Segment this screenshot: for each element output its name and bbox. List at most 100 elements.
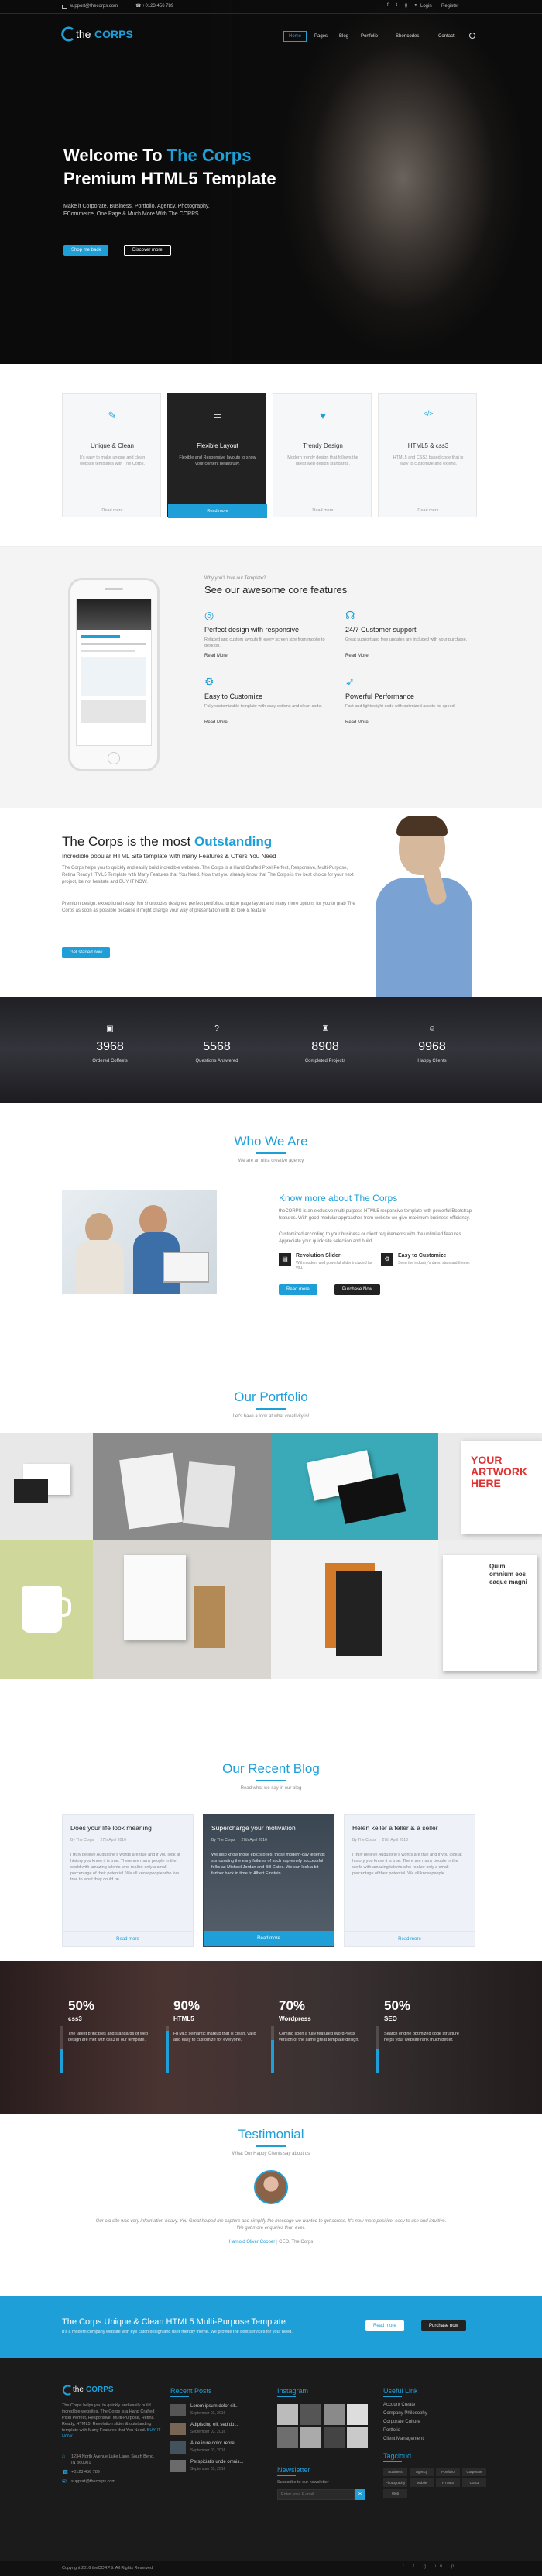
newsletter-email-input[interactable] (277, 2489, 355, 2500)
portfolio-item[interactable] (0, 1433, 93, 1540)
who-purchase-button[interactable]: Purchase Now (334, 1284, 381, 1295)
nav-portfolio[interactable]: Portfolio (361, 34, 378, 39)
stat-label: Happy Clients (417, 1059, 447, 1063)
tag[interactable]: Mobile (410, 2478, 434, 2487)
portfolio-item[interactable]: YOUR ARTWORK HERE (438, 1433, 542, 1540)
core-item-link[interactable]: Read More (204, 720, 228, 725)
search-icon[interactable] (469, 33, 475, 39)
topbar-register[interactable]: Register (441, 4, 458, 9)
blog-sub: Read what we say in our blog (240, 1786, 302, 1791)
nav-home[interactable]: Home (283, 31, 307, 42)
nav-blog[interactable]: Blog (339, 34, 348, 39)
who-readmore-button[interactable]: Read more (279, 1284, 317, 1295)
feature-readmore-button[interactable]: Read more (168, 504, 267, 518)
hero-shop-button[interactable]: Shop me back (63, 245, 109, 256)
logo-prefix: the (76, 28, 91, 40)
tag[interactable]: Business (383, 2468, 407, 2476)
gear-icon: ⚙ (204, 675, 214, 688)
recent-post-thumb[interactable] (170, 2441, 186, 2454)
portfolio-item[interactable]: Quim omnium eos eaque magni (438, 1540, 542, 1679)
recent-post-thumb[interactable] (170, 2404, 186, 2416)
useful-link[interactable]: Company Philosophy (383, 2411, 427, 2416)
stat-label: Ordered Coffee's (92, 1059, 128, 1063)
tag[interactable]: Corporate (462, 2468, 486, 2476)
portfolio-item[interactable] (0, 1540, 93, 1679)
feature-readmore-button[interactable]: Read more (63, 503, 162, 517)
blog-card-title[interactable]: Does your life look meaning (70, 1824, 187, 1832)
recent-post-title[interactable]: Aute irure dolor repre... (190, 2441, 238, 2446)
outstanding-section: The Corps is the most Outstanding Incred… (0, 808, 542, 997)
portfolio-item[interactable] (93, 1433, 271, 1540)
topbar-email[interactable]: support@thecorps.com (70, 4, 118, 9)
blog-card-date: 27th April 2016 (100, 1838, 126, 1843)
newsletter-submit-button[interactable]: ✉ (355, 2489, 365, 2500)
core-item-link[interactable]: Read More (345, 654, 369, 658)
core-kicker: Why you'll love our Template? (204, 576, 266, 581)
useful-link[interactable]: Client Management (383, 2437, 424, 2441)
blog-readmore-button[interactable]: Read more (63, 1931, 193, 1946)
tag[interactable]: Agency (410, 2468, 434, 2476)
recent-post-title[interactable]: Lorem ipsum dolor sit... (190, 2404, 238, 2409)
footer-email[interactable]: support@thecorps.com (71, 2479, 115, 2484)
skill-percent: 70% (279, 1998, 306, 2013)
portfolio-item[interactable] (271, 1540, 438, 1679)
blog-card-title[interactable]: Helen keller a teller & a seller (352, 1824, 468, 1832)
newsletter-underline (277, 2475, 296, 2476)
topbar-phone[interactable]: +0123 456 789 (142, 4, 173, 9)
instagram-thumb[interactable] (347, 2427, 368, 2448)
nav-pages[interactable]: Pages (314, 34, 328, 39)
hero-discover-button[interactable]: Discover more (124, 245, 171, 256)
blog-readmore-button[interactable]: Read more (345, 1931, 475, 1946)
tag[interactable]: Web (383, 2489, 407, 2498)
core-item-link[interactable]: Read More (345, 720, 369, 725)
recent-posts-title: Recent Posts (170, 2387, 212, 2395)
logo-name: CORPS (94, 28, 133, 40)
tag[interactable]: Photography (383, 2478, 407, 2487)
feature-readmore-button[interactable]: Read more (379, 503, 478, 517)
tag[interactable]: Portfolio (436, 2468, 460, 2476)
outstanding-start-button[interactable]: Get started now (62, 947, 111, 958)
blog-card-meta: By The Corps 27th April 2016 (70, 1838, 126, 1843)
recent-post-title[interactable]: Perspiciatis unde omnis... (190, 2460, 243, 2464)
hero-desc: Make it Corporate, Business, Portfolio, … (63, 204, 210, 217)
blog-card-title[interactable]: Supercharge your motivation (211, 1824, 328, 1832)
nav-contact[interactable]: Contact (438, 34, 455, 39)
portfolio-item[interactable] (271, 1433, 438, 1540)
topbar-login[interactable]: Login (420, 4, 432, 9)
instagram-thumb[interactable] (324, 2404, 345, 2425)
instagram-thumb[interactable] (300, 2404, 321, 2425)
mail-icon: ✉ (62, 2479, 67, 2485)
feature-readmore-button[interactable]: Read more (273, 503, 372, 517)
tag[interactable]: CSS3 (462, 2478, 486, 2487)
instagram-thumb[interactable] (324, 2427, 345, 2448)
tagcloud-underline (383, 2461, 402, 2462)
testimonial-role: CEO, The Corps (279, 2240, 314, 2245)
recent-post-thumb[interactable] (170, 2423, 186, 2435)
useful-link[interactable]: Portfolio (383, 2428, 400, 2433)
recent-post-title[interactable]: Adipiscing elit sed do... (190, 2423, 238, 2427)
cta-purchase-button[interactable]: Purchase now (421, 2320, 467, 2331)
recent-post-thumb[interactable] (170, 2460, 186, 2472)
nav-shortcodes[interactable]: Shortcodes (396, 34, 419, 39)
logo-c-icon (62, 2385, 71, 2396)
instagram-thumb[interactable] (277, 2427, 298, 2448)
portfolio-item[interactable] (93, 1540, 271, 1679)
who-underline (256, 1152, 286, 1154)
slider-feature-text: With modern and powerful slider included… (296, 1261, 372, 1270)
useful-link[interactable]: Account Create (383, 2403, 415, 2407)
stats-section: ▣ 3968 Ordered Coffee's? 5568 Questions Answ… (0, 997, 542, 1103)
tag[interactable]: HTML5 (436, 2478, 460, 2487)
cta-readmore-button[interactable]: Read more (365, 2320, 404, 2331)
instagram-thumb[interactable] (347, 2404, 368, 2425)
useful-link[interactable]: Corporate Culture (383, 2420, 420, 2424)
recent-post-date: September 03, 2016 (190, 2430, 226, 2434)
outstanding-title-prefix: The Corps is the most (62, 834, 195, 849)
core-item-title: 24/7 Customer support (345, 626, 417, 634)
blog-title: Our Recent Blog (222, 1761, 320, 1776)
blog-readmore-button[interactable]: Read more (204, 1931, 334, 1946)
blog-card-text: I truly believe Augustine's words are tr… (70, 1853, 180, 1882)
instagram-thumb[interactable] (300, 2427, 321, 2448)
core-item-link[interactable]: Read More (204, 654, 228, 658)
testimonial-title: Testimonial (238, 2127, 304, 2142)
instagram-thumb[interactable] (277, 2404, 298, 2425)
